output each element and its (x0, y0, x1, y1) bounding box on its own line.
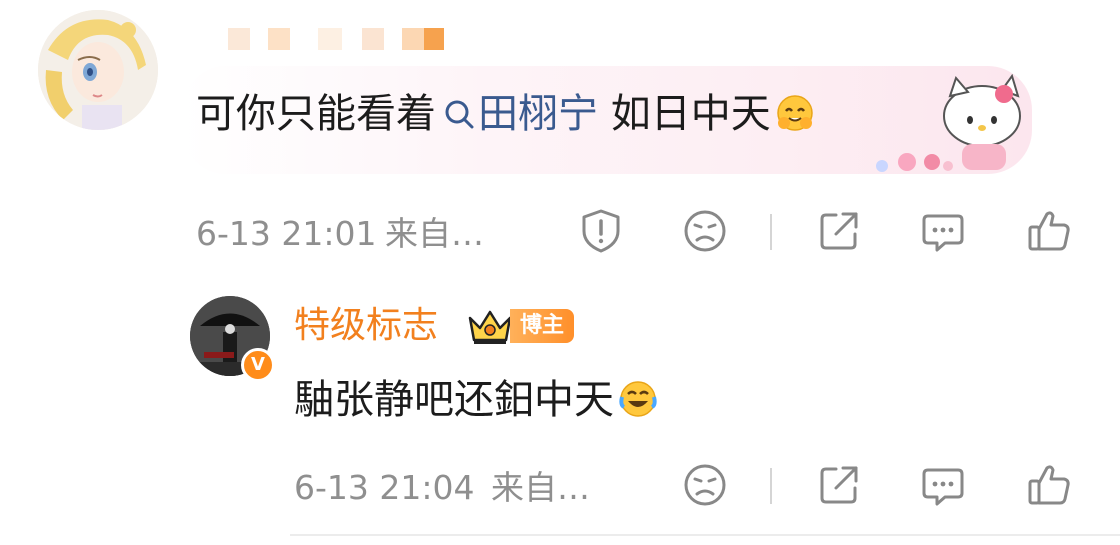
reply-share-button[interactable] (814, 460, 864, 510)
comment-timestamp: 6-13 21:01 (196, 214, 377, 253)
thumbs-up-icon (1028, 211, 1070, 251)
topic-link[interactable]: 田栩宁 (478, 91, 598, 137)
comment-text-before: 可你只能看着 (196, 91, 436, 137)
report-button[interactable] (576, 206, 626, 256)
reply-action-divider (770, 468, 772, 504)
hug-emoji-icon (775, 88, 815, 131)
comment-icon (922, 468, 964, 506)
commenter-avatar[interactable] (38, 10, 158, 130)
shield-alert-icon (582, 209, 620, 253)
reply-source: 来自… (491, 468, 590, 507)
like-button[interactable] (1024, 206, 1074, 256)
separator-line (290, 534, 1120, 536)
share-button[interactable] (814, 206, 864, 256)
comment-text: 可你只能看着 田栩宁 如日中天 (196, 82, 815, 146)
dislike-button[interactable] (680, 206, 730, 256)
reply-like-button[interactable] (1024, 460, 1074, 510)
laugh-cry-emoji-icon (618, 378, 658, 418)
reply-button[interactable] (918, 206, 968, 256)
reply-text-content: 駎张静吧还鈤中天 (294, 377, 614, 423)
blogger-tag: 博主 (510, 309, 575, 343)
crown-icon (466, 306, 514, 346)
sad-face-icon (684, 210, 726, 252)
reply-username[interactable]: 特级标志 (294, 302, 438, 350)
comment-source: 来自… (385, 214, 484, 253)
share-icon (820, 466, 858, 504)
comment-text-after: 如日中天 (598, 91, 771, 137)
kitty-sticker-icon (876, 74, 1021, 172)
reply-timestamp: 6-13 21:04 (294, 468, 475, 507)
reply-text: 駎张静吧还鈤中天 (294, 372, 658, 428)
topic-search-icon (442, 86, 476, 129)
share-icon (820, 212, 858, 250)
blurred-username (228, 18, 464, 60)
verified-badge: V (241, 348, 275, 382)
reply-comment-button[interactable] (918, 460, 968, 510)
reply-dislike-button[interactable] (680, 460, 730, 510)
action-divider (770, 214, 772, 250)
sad-face-icon (684, 464, 726, 506)
thumbs-up-icon (1028, 465, 1070, 505)
comment-icon (922, 214, 964, 252)
